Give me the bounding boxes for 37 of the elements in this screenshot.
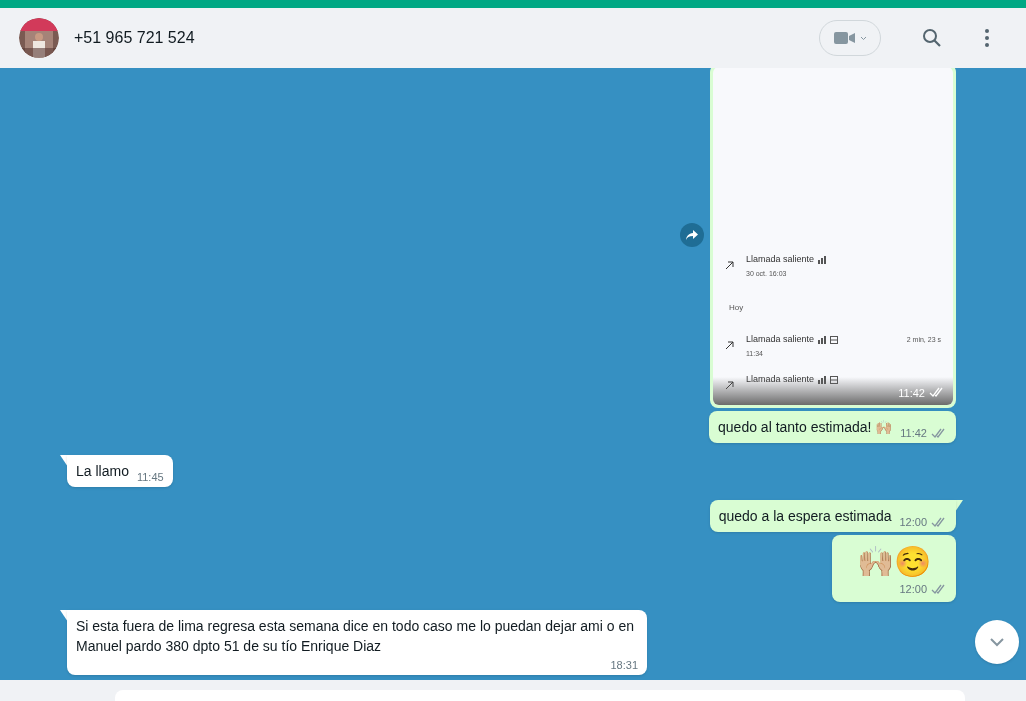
- signal-icon: [818, 255, 827, 264]
- message-bubble[interactable]: 🙌🏼☺ 12:00: [832, 535, 956, 602]
- message-bubble[interactable]: quedo a la espera estimada 12:00: [709, 500, 956, 532]
- emoji-text: 🙌🏼☺: [856, 543, 932, 581]
- chevron-down-icon: [989, 637, 1005, 647]
- message-time: 18:31: [610, 658, 638, 672]
- menu-icon: [985, 29, 989, 47]
- search-icon: [922, 28, 942, 48]
- message-bubble[interactable]: Si esta fuera de lima regresa esta semana dice en todo caso me lo puedan dejar ami o en Manuel pardo 380 dpto 51 de su tío Enrique Diaz 18:31: [67, 609, 647, 675]
- outgoing-arrow-icon: [725, 381, 734, 390]
- card-icon: [830, 375, 839, 384]
- call-label: Llamada saliente: [746, 333, 815, 346]
- message-text: La llamo: [76, 462, 129, 481]
- signal-icon: [818, 335, 827, 344]
- forward-button[interactable]: [680, 223, 704, 247]
- message-text: Si esta fuera de lima regresa esta semana dice en todo caso me lo puedan dejar ami o en Manuel pardo 380 dpto 51 de su tío Enrique Diaz: [76, 616, 635, 656]
- message-time: 12:00: [899, 582, 927, 597]
- message-time: 11:42: [898, 385, 925, 401]
- caret-icon: [859, 35, 867, 41]
- message-text: quedo a la espera estimada: [718, 507, 892, 526]
- forward-icon: [686, 230, 698, 240]
- message-time: 11:42: [900, 427, 927, 440]
- contact-name[interactable]: +51 965 721 524: [74, 26, 195, 50]
- outgoing-arrow-icon: [725, 261, 734, 270]
- scroll-down-button[interactable]: [975, 620, 1019, 664]
- video-camera-icon: [833, 31, 856, 45]
- call-label: Llamada saliente: [746, 373, 815, 386]
- outgoing-arrow-icon: [725, 341, 734, 350]
- message-text: quedo al tanto estimada! 🙌🏼: [718, 418, 893, 437]
- card-icon: [830, 335, 839, 344]
- message-bubble[interactable]: quedo al tanto estimada! 🙌🏼 11:42: [709, 411, 956, 443]
- message-time: 11:45: [136, 471, 164, 484]
- message-time: 12:00: [899, 516, 927, 529]
- signal-icon: [818, 375, 827, 384]
- message-bubble[interactable]: La llamo 11:45: [67, 455, 173, 487]
- call-label: Llamada saliente: [746, 253, 815, 266]
- date-heading: Hoy: [729, 303, 744, 312]
